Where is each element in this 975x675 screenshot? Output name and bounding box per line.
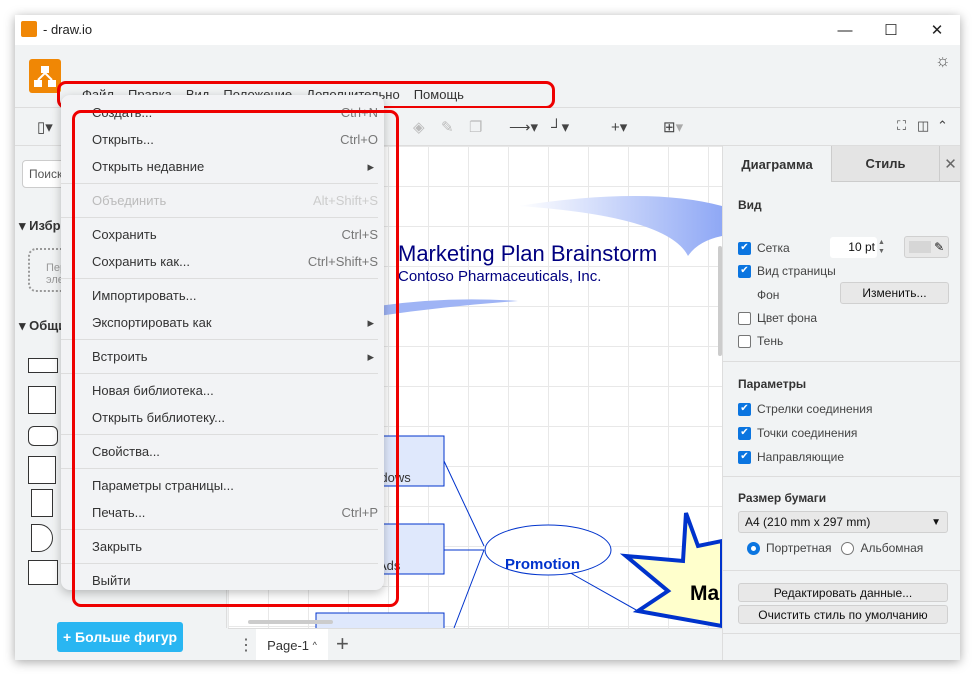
chevron-down-icon: ▼ xyxy=(931,516,941,528)
drawio-logo-icon xyxy=(21,21,37,37)
rectangle-shape[interactable] xyxy=(28,358,58,373)
table-icon[interactable]: ⊞▾ xyxy=(663,118,683,136)
window-title: - draw.io xyxy=(43,22,93,37)
format-panel-icon[interactable]: ◫ xyxy=(917,118,929,134)
bg-color-label: Цвет фона xyxy=(757,311,818,325)
sidebar-toggle-icon[interactable]: ▯▾ xyxy=(37,118,53,136)
grid-color-button[interactable]: ✎ xyxy=(904,236,949,258)
document-shape[interactable] xyxy=(31,489,53,517)
horizontal-scrollbar[interactable] xyxy=(248,620,333,624)
grid-size-input[interactable]: 10 pt xyxy=(830,237,877,258)
close-panel-icon[interactable]: ✕ xyxy=(939,146,960,182)
background-label: Фон xyxy=(757,288,780,302)
chevron-up-icon[interactable]: ^ xyxy=(313,640,317,650)
paper-size-heading: Размер бумаги xyxy=(738,491,827,505)
file-menu-highlight xyxy=(72,110,399,607)
view-heading: Вид xyxy=(738,198,762,212)
internal-storage-shape[interactable] xyxy=(28,456,56,484)
guides-row: ✔ Направляющие xyxy=(738,450,844,464)
diagram-subtitle[interactable]: Contoso Pharmaceuticals, Inc. xyxy=(398,268,601,285)
menu-help[interactable]: Помощь xyxy=(407,87,471,102)
close-button[interactable]: ✕ xyxy=(914,15,960,45)
points-label: Точки соединения xyxy=(757,426,858,440)
ellipse-label: Promotion xyxy=(505,556,580,573)
arrows-label: Стрелки соединения xyxy=(757,402,873,416)
format-panel: Диаграмма Стиль ✕ Вид ✔ Сетка 10 pt ▲ ▼ ✎ … xyxy=(722,146,960,660)
change-background-button[interactable]: Изменить... xyxy=(840,282,949,304)
page-footer: ⋮ Page-1 ^ + xyxy=(228,628,722,660)
clear-default-style-button[interactable]: Очистить стиль по умолчанию xyxy=(738,605,948,624)
portrait-label: Портретная xyxy=(766,541,832,555)
page-tab-label: Page-1 xyxy=(267,637,310,653)
divider xyxy=(723,570,960,571)
connection-arrow-icon[interactable]: ⟶▾ xyxy=(509,118,538,136)
paper-size-select[interactable]: A4 (210 mm x 297 mm) ▼ xyxy=(738,511,948,533)
landscape-label: Альбомная xyxy=(860,541,924,555)
paper-size-value: A4 (210 mm x 297 mm) xyxy=(745,515,871,529)
eyedropper-icon: ✎ xyxy=(934,240,945,254)
shadow-checkbox[interactable] xyxy=(738,334,751,348)
page-view-label: Вид страницы xyxy=(757,264,836,278)
bg-color-checkbox[interactable] xyxy=(738,311,751,325)
swoosh-shape-2 xyxy=(378,299,518,316)
insert-plus-icon[interactable]: +▾ xyxy=(611,118,627,136)
grid-size-stepper[interactable]: ▲ ▼ xyxy=(878,238,885,256)
add-page-button[interactable]: + xyxy=(336,631,349,657)
fullscreen-icon[interactable]: ⛶ xyxy=(897,118,906,134)
star-label: Ma xyxy=(690,582,720,605)
guides-checkbox[interactable]: ✔ xyxy=(738,450,751,464)
minimize-button[interactable]: — xyxy=(822,15,868,45)
more-shapes-button[interactable]: + Больше фигур xyxy=(57,622,183,652)
arrows-row: ✔ Стрелки соединения xyxy=(738,402,872,416)
maximize-button[interactable]: ☐ xyxy=(868,15,914,45)
page-view-checkbox[interactable]: ✔ xyxy=(738,264,751,278)
points-checkbox[interactable]: ✔ xyxy=(738,426,751,440)
tab-style[interactable]: Стиль xyxy=(831,146,939,182)
guides-label: Направляющие xyxy=(757,450,845,464)
list-shape[interactable] xyxy=(28,560,58,585)
shadow-row: Тень xyxy=(738,334,783,348)
options-heading: Параметры xyxy=(738,377,807,391)
collapse-icon[interactable]: ⌃ xyxy=(937,118,948,134)
bg-color-row: Цвет фона xyxy=(738,311,817,325)
diagram-title-text: Marketing Plan Brainstorm xyxy=(398,241,658,266)
arrows-checkbox[interactable]: ✔ xyxy=(738,402,751,416)
square-shape[interactable] xyxy=(28,386,56,414)
title-bar: - draw.io — ☐ ✕ xyxy=(15,15,960,45)
page-tab[interactable]: Page-1 ^ xyxy=(256,629,328,660)
shadow-icon[interactable]: ❐ xyxy=(469,118,482,136)
landscape-radio[interactable] xyxy=(841,541,855,555)
tab-diagram[interactable]: Диаграмма xyxy=(723,146,831,182)
waypoints-icon[interactable]: ┘▾ xyxy=(551,118,569,136)
divider xyxy=(723,633,960,634)
divider xyxy=(723,476,960,477)
line-color-icon[interactable]: ✎ xyxy=(441,118,454,136)
edit-data-button[interactable]: Редактировать данные... xyxy=(738,583,948,602)
grid-row: ✔ Сетка xyxy=(738,241,790,255)
diagram-title[interactable]: Marketing Plan Brainstorm xyxy=(398,241,657,267)
divider xyxy=(723,361,960,362)
shadow-label: Тень xyxy=(757,334,784,348)
star-shape xyxy=(619,512,722,628)
orientation-row: Портретная Альбомная xyxy=(747,541,923,555)
portrait-radio[interactable] xyxy=(747,541,760,555)
theme-sun-icon[interactable]: ☼ xyxy=(935,51,951,71)
fill-color-icon[interactable]: ◈ xyxy=(413,118,425,136)
delay-shape[interactable] xyxy=(31,524,53,552)
grid-color-swatch xyxy=(908,241,931,253)
pages-menu-icon[interactable]: ⋮ xyxy=(238,635,254,655)
hexagon-shape[interactable] xyxy=(28,426,58,446)
grid-checkbox[interactable]: ✔ xyxy=(738,241,751,255)
page-view-row: ✔ Вид страницы xyxy=(738,264,836,278)
grid-label: Сетка xyxy=(757,241,790,255)
points-row: ✔ Точки соединения xyxy=(738,426,857,440)
